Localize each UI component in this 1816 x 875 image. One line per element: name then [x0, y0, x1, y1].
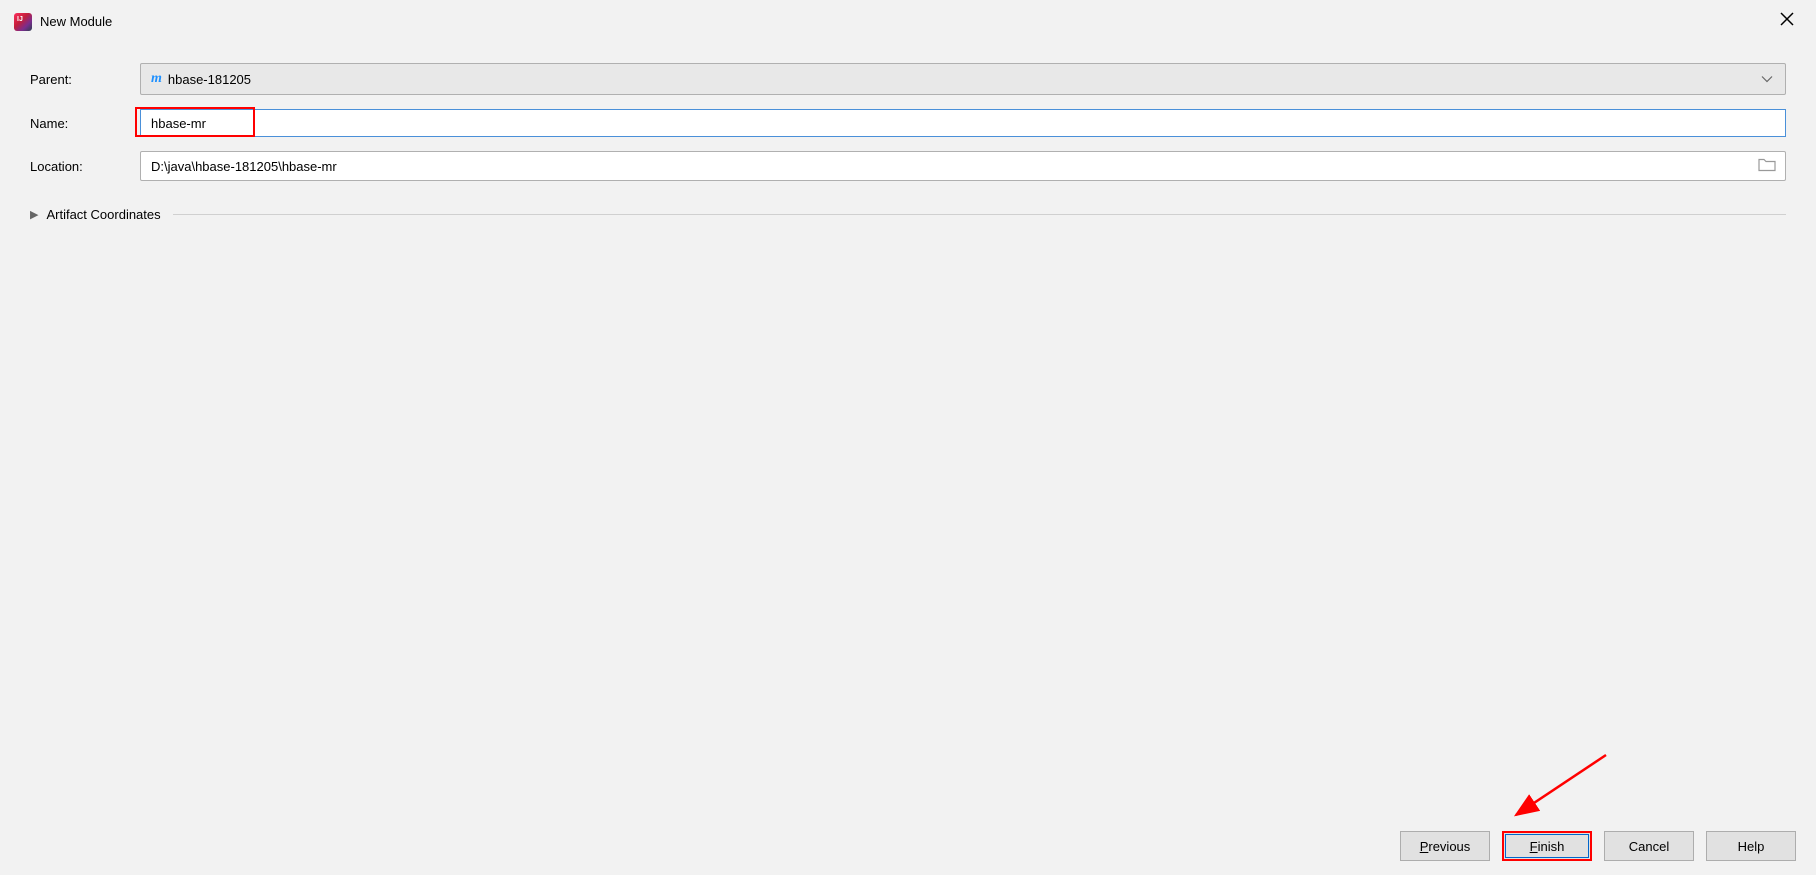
location-control-wrapper — [140, 151, 1786, 181]
name-input[interactable] — [140, 109, 1786, 137]
titlebar: New Module — [0, 0, 1816, 43]
previous-button[interactable]: Previous — [1400, 831, 1490, 861]
name-input-wrapper — [140, 109, 1786, 137]
artifact-label: Artifact Coordinates — [46, 207, 160, 222]
red-arrow-annotation — [1496, 747, 1616, 827]
parent-row: Parent: m hbase-181205 — [30, 63, 1786, 95]
separator-line — [173, 214, 1786, 215]
button-bar: Previous Finish Cancel Help — [1400, 831, 1796, 861]
help-button[interactable]: Help — [1706, 831, 1796, 861]
parent-control-wrapper: m hbase-181205 — [140, 63, 1786, 95]
intellij-icon — [14, 13, 32, 31]
expand-arrow-icon: ▶ — [30, 208, 38, 221]
window-title: New Module — [40, 14, 112, 29]
location-input[interactable] — [140, 151, 1786, 181]
cancel-button[interactable]: Cancel — [1604, 831, 1694, 861]
name-control-wrapper — [140, 109, 1786, 137]
maven-icon: m — [151, 71, 162, 87]
location-wrapper — [140, 151, 1786, 181]
location-row: Location: — [30, 151, 1786, 181]
parent-select[interactable]: m hbase-181205 — [140, 63, 1786, 95]
previous-label-rest: revious — [1428, 839, 1470, 854]
finish-button[interactable]: Finish — [1502, 831, 1592, 861]
location-label: Location: — [30, 159, 140, 174]
name-label: Name: — [30, 116, 140, 131]
chevron-down-icon — [1761, 72, 1773, 87]
name-row: Name: — [30, 109, 1786, 137]
parent-value: hbase-181205 — [168, 72, 251, 87]
close-button[interactable] — [1772, 8, 1802, 35]
content-area: Parent: m hbase-181205 Name: Location: — [0, 43, 1816, 242]
artifact-coordinates-section[interactable]: ▶ Artifact Coordinates — [30, 207, 1786, 222]
close-icon — [1780, 12, 1794, 26]
parent-label: Parent: — [30, 72, 140, 87]
titlebar-left: New Module — [14, 13, 112, 31]
finish-label-rest: inish — [1538, 839, 1565, 854]
folder-browse-icon[interactable] — [1758, 158, 1776, 175]
